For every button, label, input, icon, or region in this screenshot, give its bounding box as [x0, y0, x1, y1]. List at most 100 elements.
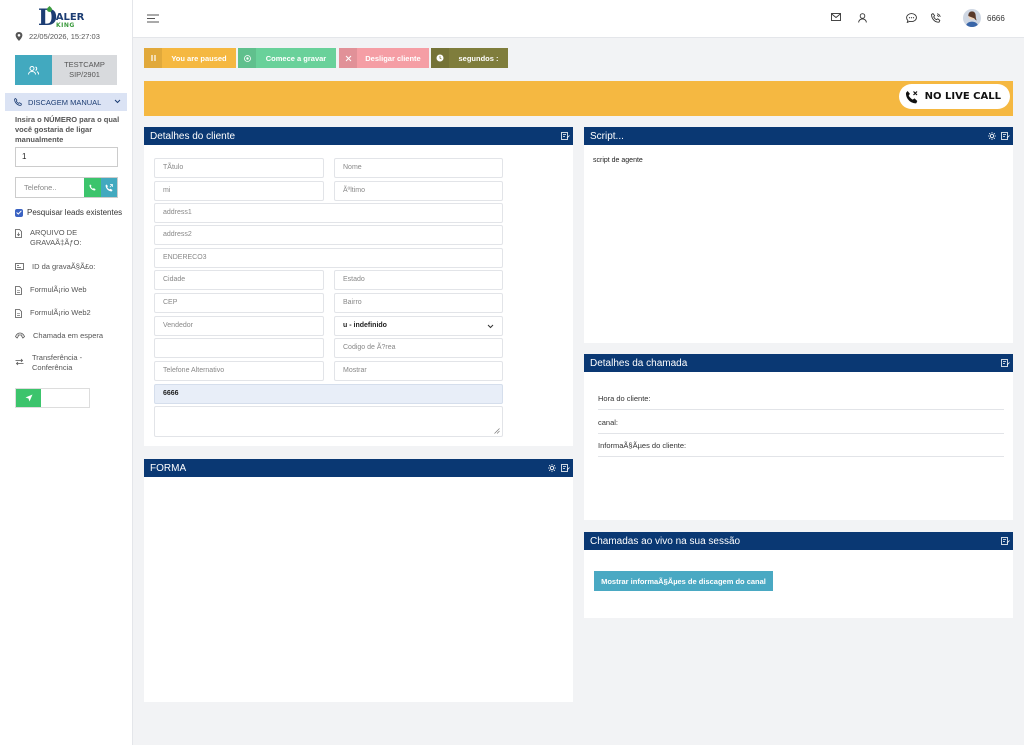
script-text: script de agente	[593, 157, 643, 164]
customer-info-row: InformaÃ§Ãµes do cliente:	[598, 441, 1004, 457]
datetime: 22/05/2026, 15:27:03	[15, 32, 100, 41]
hangup-customer-button[interactable]: Desligar cliente	[339, 48, 429, 68]
user-extension: 6666	[987, 14, 1005, 23]
city-field[interactable]: Cidade	[154, 270, 324, 290]
sidebar-item-recording-file[interactable]: ARQUIVO DE GRAVAÃ‡ÃƒO:	[15, 228, 115, 248]
phone-search-row: Telefone..	[15, 177, 118, 198]
top-bar: 6666	[133, 0, 1024, 38]
customer-details-panel: Detalhes do cliente TÃtulo Nome mi Ãºlti…	[144, 127, 573, 446]
forma-panel: FORMA	[144, 459, 573, 702]
state-field[interactable]: Estado	[334, 270, 503, 290]
sidebar-item-web-form-2[interactable]: FormulÃ¡rio Web2	[15, 308, 91, 318]
document-icon	[15, 309, 22, 318]
manual-dial-menu[interactable]: DISCAGEM MANUAL	[5, 93, 127, 111]
gear-icon[interactable]	[988, 132, 996, 140]
show-channel-info-button[interactable]: Mostrar informaÃ§Ãµes de discagem do can…	[594, 571, 773, 591]
start-recording-button[interactable]: Comece a gravar	[238, 48, 336, 68]
title-field[interactable]: TÃtulo	[154, 158, 324, 178]
address2-field[interactable]: address2	[154, 225, 503, 245]
agent-campaign-card[interactable]: TESTCAMP SIP/2901	[15, 55, 117, 85]
pause-icon	[150, 55, 156, 61]
customer-details-header: Detalhes do cliente	[144, 127, 573, 145]
last-name-field[interactable]: Ãºltimo	[334, 181, 503, 201]
customer-time-row: Hora do cliente:	[598, 394, 1004, 410]
phone-call-icon[interactable]	[931, 13, 941, 23]
sidebar-item-transfer-conference[interactable]: Transferência - Conferência	[15, 353, 115, 373]
phone-missed-icon	[905, 90, 918, 103]
script-panel: Script... script de agente	[584, 127, 1013, 343]
address1-field[interactable]: address1	[154, 203, 503, 223]
dial-number-input[interactable]: 1	[15, 147, 118, 167]
location-pin-icon	[15, 32, 23, 41]
first-name-field[interactable]: Nome	[334, 158, 503, 178]
resize-handle-icon[interactable]	[494, 428, 500, 434]
campaign-name: TESTCAMP	[64, 60, 105, 69]
mail-icon[interactable]	[831, 13, 841, 21]
call-status-banner: NO LIVE CALL	[144, 81, 1013, 116]
edit-form-icon[interactable]	[561, 464, 570, 472]
id-card-icon	[15, 263, 24, 270]
phone-icon	[14, 98, 22, 106]
send-row	[15, 388, 90, 408]
script-header: Script...	[584, 127, 1013, 145]
gear-icon[interactable]	[548, 464, 556, 472]
dialer-king-logo: D IALER KING	[38, 5, 85, 31]
file-download-icon	[15, 229, 22, 238]
forma-header: FORMA	[144, 459, 573, 477]
phone-hold-icon	[15, 332, 25, 339]
blank-field[interactable]	[154, 338, 324, 358]
call-details-header: Detalhes da chamada	[584, 354, 1013, 372]
users-icon	[28, 65, 39, 75]
sidebar-item-call-on-hold[interactable]: Chamada em espera	[15, 331, 103, 341]
seconds-timer: segundos :	[431, 48, 508, 68]
hangup-icon	[345, 55, 351, 61]
phone-number-field[interactable]: 6666	[154, 384, 503, 404]
alt-phone-field[interactable]: Telefone Alternativo	[154, 361, 324, 381]
show-field[interactable]: Mostrar	[334, 361, 503, 381]
no-live-call-badge: NO LIVE CALL	[898, 84, 1010, 109]
send-icon	[25, 394, 32, 402]
vendor-field[interactable]: Vendedor	[154, 316, 324, 336]
phone-outgoing-icon	[105, 183, 113, 191]
search-leads-checkbox[interactable]: Pesquisar leads existentes	[15, 208, 122, 217]
sidebar-item-recording-id[interactable]: ID da gravaÃ§Ã£o:	[15, 262, 95, 272]
menu-icon[interactable]	[147, 14, 159, 23]
phone-icon	[89, 184, 96, 191]
edit-form-icon[interactable]	[561, 132, 570, 140]
check-icon	[16, 210, 22, 215]
dial-button[interactable]	[84, 178, 101, 197]
sidebar-item-web-form[interactable]: FormulÃ¡rio Web	[15, 285, 87, 295]
postal-code-field[interactable]: CEP	[154, 293, 324, 313]
document-icon	[15, 286, 22, 295]
edit-form-icon[interactable]	[1001, 359, 1010, 367]
sidebar: D IALER KING 22/05/2026, 15:27:03 TESTCA…	[0, 0, 133, 745]
live-calls-header: Chamadas ao vivo na sua sessão	[584, 532, 1013, 550]
gender-select[interactable]: u - indefinido	[334, 316, 503, 336]
live-calls-panel: Chamadas ao vivo na sua sessão Mostrar i…	[584, 532, 1013, 618]
manual-dial-instruction: Insira o NÚMERO para o qual você gostari…	[15, 115, 120, 144]
chevron-down-icon	[114, 99, 121, 104]
paused-status-button[interactable]: You are paused	[144, 48, 236, 68]
chat-icon[interactable]	[906, 13, 917, 23]
record-icon	[243, 54, 251, 62]
dial-outgoing-button[interactable]	[101, 178, 117, 197]
middle-initial-field[interactable]: mi	[154, 181, 324, 201]
sip-extension: SIP/2901	[69, 70, 100, 79]
district-field[interactable]: Bairro	[334, 293, 503, 313]
user-icon[interactable]	[858, 13, 867, 23]
clock-icon	[436, 54, 444, 62]
phone-input[interactable]: Telefone..	[16, 178, 84, 197]
call-details-panel: Detalhes da chamada Hora do cliente: can…	[584, 354, 1013, 520]
area-code-field[interactable]: Codigo de Ã?rea	[334, 338, 503, 358]
address3-field[interactable]: ENDERECO3	[154, 248, 503, 268]
checkbox-checked[interactable]	[15, 208, 23, 217]
user-avatar-icon	[965, 11, 979, 27]
send-button[interactable]	[16, 389, 41, 407]
edit-form-icon[interactable]	[1001, 132, 1010, 140]
comments-textarea[interactable]	[154, 406, 503, 437]
channel-row: canal:	[598, 418, 1004, 434]
edit-form-icon[interactable]	[1001, 537, 1010, 545]
chevron-down-icon	[487, 324, 494, 329]
avatar[interactable]	[963, 9, 981, 27]
transfer-arrows-icon	[15, 358, 24, 366]
